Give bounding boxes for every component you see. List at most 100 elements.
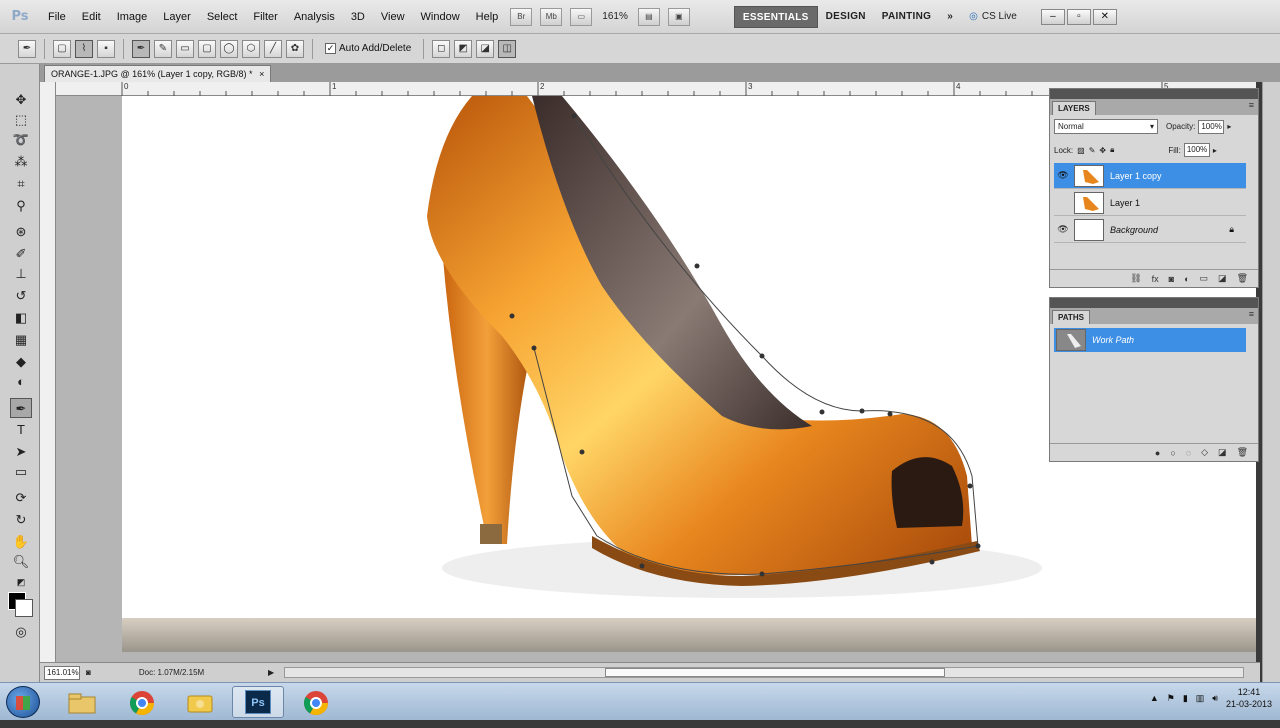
maximize-button[interactable]: ▫ (1066, 8, 1091, 25)
fill-path-icon[interactable]: ● (1155, 448, 1160, 458)
tab-paths[interactable]: PATHS (1052, 310, 1090, 324)
menu-image[interactable]: Image (109, 0, 156, 34)
volume-icon[interactable]: 🔊︎ (1212, 693, 1218, 704)
type-tool-icon[interactable]: T (10, 420, 32, 440)
folder-icon[interactable] (174, 686, 226, 718)
load-selection-icon[interactable]: ◌ (1186, 448, 1191, 458)
quick-selection-icon[interactable]: ⁂ (10, 152, 32, 172)
crop-tool-icon[interactable]: ⌗ (10, 174, 32, 194)
mini-bridge-icon[interactable]: Mb (540, 7, 563, 26)
explorer-icon[interactable] (56, 686, 108, 718)
zoom-tool-icon[interactable]: 🔍︎ (10, 552, 32, 572)
clone-stamp-icon[interactable]: ⊥ (10, 264, 32, 284)
healing-brush-icon[interactable]: ⊛ (10, 222, 32, 242)
layer-name[interactable]: Layer 1 copy (1110, 171, 1162, 181)
minimize-button[interactable]: – (1040, 8, 1065, 25)
make-work-path-icon[interactable]: ◇ (1201, 447, 1208, 458)
freeform-pen-icon[interactable]: ✎ (154, 39, 172, 58)
power-icon[interactable]: ▮ (1183, 693, 1188, 704)
workspace-painting[interactable]: PAINTING (874, 6, 939, 28)
menu-select[interactable]: Select (199, 0, 246, 34)
hand-tool-icon[interactable]: ✋ (10, 532, 32, 552)
eyedropper-tool-icon[interactable]: ⚲ (10, 196, 32, 216)
lock-all-icon[interactable]: 🔒︎ (1110, 145, 1114, 155)
workspace-design[interactable]: DESIGN (818, 6, 874, 28)
ellipse-tool-icon[interactable]: ◯ (220, 39, 238, 58)
path-intersect-icon[interactable]: ◪ (476, 39, 495, 58)
link-layers-icon[interactable]: ⛓ (1130, 273, 1141, 284)
lock-position-icon[interactable]: ✥ (1099, 146, 1106, 155)
panel-menu-icon[interactable]: ≡ (1249, 100, 1254, 110)
layer-row[interactable]: Layer 1 (1054, 190, 1246, 216)
pen-tool-active-icon[interactable]: ✒ (10, 398, 32, 418)
polygon-tool-icon[interactable]: ⬡ (242, 39, 260, 58)
status-arrow-icon[interactable]: ▶ (268, 668, 274, 677)
document-close-icon[interactable]: × (259, 69, 264, 79)
dodge-tool-icon[interactable]: ◐ (10, 372, 32, 392)
path-add-icon[interactable]: ◻ (432, 39, 451, 58)
bridge-icon[interactable]: Br (510, 7, 533, 26)
paths-mode-icon[interactable]: ⌇ (75, 39, 93, 58)
3d-orbit-icon[interactable]: ↻ (10, 510, 32, 530)
gradient-tool-icon[interactable]: ▦ (10, 330, 32, 350)
auto-add-delete-checkbox[interactable]: ✓ (325, 43, 336, 54)
zoom-field[interactable]: 161.01% (44, 665, 80, 680)
blur-tool-icon[interactable]: ◆ (10, 352, 32, 372)
clock[interactable]: 12:41 21-03-2013 (1226, 686, 1272, 710)
vertical-scrollbar[interactable] (1262, 82, 1280, 682)
lasso-tool-icon[interactable]: ➰ (10, 130, 32, 150)
visibility-eye-icon[interactable]: 👁︎ (1054, 170, 1072, 181)
menu-view[interactable]: View (373, 0, 413, 34)
path-name[interactable]: Work Path (1092, 335, 1134, 345)
shape-tool-icon[interactable]: ▭ (10, 462, 32, 482)
fill-pixels-icon[interactable]: ▪ (97, 39, 115, 58)
new-group-icon[interactable]: ▭ (1200, 273, 1209, 284)
menu-layer[interactable]: Layer (155, 0, 199, 34)
move-tool-icon[interactable]: ✥ (10, 90, 32, 110)
horizontal-scrollbar[interactable] (284, 667, 1244, 678)
layer-mask-icon[interactable]: ◙ (1169, 274, 1174, 284)
auto-add-delete-option[interactable]: ✓ Auto Add/Delete (325, 43, 411, 54)
photoshop-icon[interactable]: Ps (232, 686, 284, 718)
background-color-swatch[interactable] (15, 599, 33, 617)
history-brush-icon[interactable]: ↺ (10, 286, 32, 306)
delete-layer-icon[interactable]: 🗑︎ (1237, 273, 1248, 284)
opacity-field[interactable]: 100% (1198, 119, 1225, 134)
action-center-icon[interactable]: ⚑ (1167, 693, 1175, 704)
custom-shape-icon[interactable]: ✿ (286, 39, 304, 58)
path-row[interactable]: Work Path (1054, 328, 1246, 352)
screen-mode-icon[interactable]: ▣ (667, 7, 690, 26)
visibility-eye-icon[interactable]: 👁︎ (1054, 224, 1072, 235)
start-button[interactable] (6, 686, 40, 718)
layer-row[interactable]: 👁︎ Layer 1 copy (1054, 163, 1246, 189)
line-tool-icon[interactable]: ╱ (264, 39, 282, 58)
tab-layers[interactable]: LAYERS (1052, 101, 1096, 115)
menu-file[interactable]: File (40, 0, 74, 34)
marquee-tool-icon[interactable]: ⬚ (10, 110, 32, 130)
horizontal-scroll-thumb[interactable] (605, 668, 945, 677)
layer-row[interactable]: 👁︎ Background 🔒︎ (1054, 217, 1246, 243)
rounded-rectangle-icon[interactable]: ▢ (198, 39, 216, 58)
path-selection-icon[interactable]: ➤ (10, 442, 32, 462)
document-tab[interactable]: ORANGE-1.JPG @ 161% (Layer 1 copy, RGB/8… (44, 65, 272, 82)
delete-path-icon[interactable]: 🗑︎ (1237, 447, 1248, 458)
view-extras-icon[interactable]: ▭ (570, 7, 593, 26)
menu-edit[interactable]: Edit (74, 0, 109, 34)
zoom-level-menu[interactable]: 161% (602, 11, 628, 22)
3d-rotate-icon[interactable]: ⟳ (10, 488, 32, 508)
fill-arrow-icon[interactable]: ▸ (1213, 146, 1217, 155)
path-exclude-icon[interactable]: ◫ (498, 39, 517, 58)
pen-tool-preset-icon[interactable]: ✒ (18, 39, 36, 58)
rectangle-tool-icon[interactable]: ▭ (176, 39, 194, 58)
brush-tool-icon[interactable]: ✐ (10, 244, 32, 264)
layer-name[interactable]: Layer 1 (1110, 198, 1140, 208)
workspace-essentials[interactable]: ESSENTIALS (733, 5, 818, 28)
opacity-arrow-icon[interactable]: ▸ (1227, 122, 1231, 131)
menu-help[interactable]: Help (468, 0, 507, 34)
menu-analysis[interactable]: Analysis (286, 0, 343, 34)
status-info-icon[interactable]: ◙ (86, 668, 91, 677)
chrome-icon[interactable] (116, 686, 168, 718)
arrange-documents-icon[interactable]: ▤ (637, 7, 660, 26)
fill-field[interactable]: 100% (1183, 143, 1210, 157)
cs-live-button[interactable]: ◎ CS Live (969, 11, 1017, 22)
